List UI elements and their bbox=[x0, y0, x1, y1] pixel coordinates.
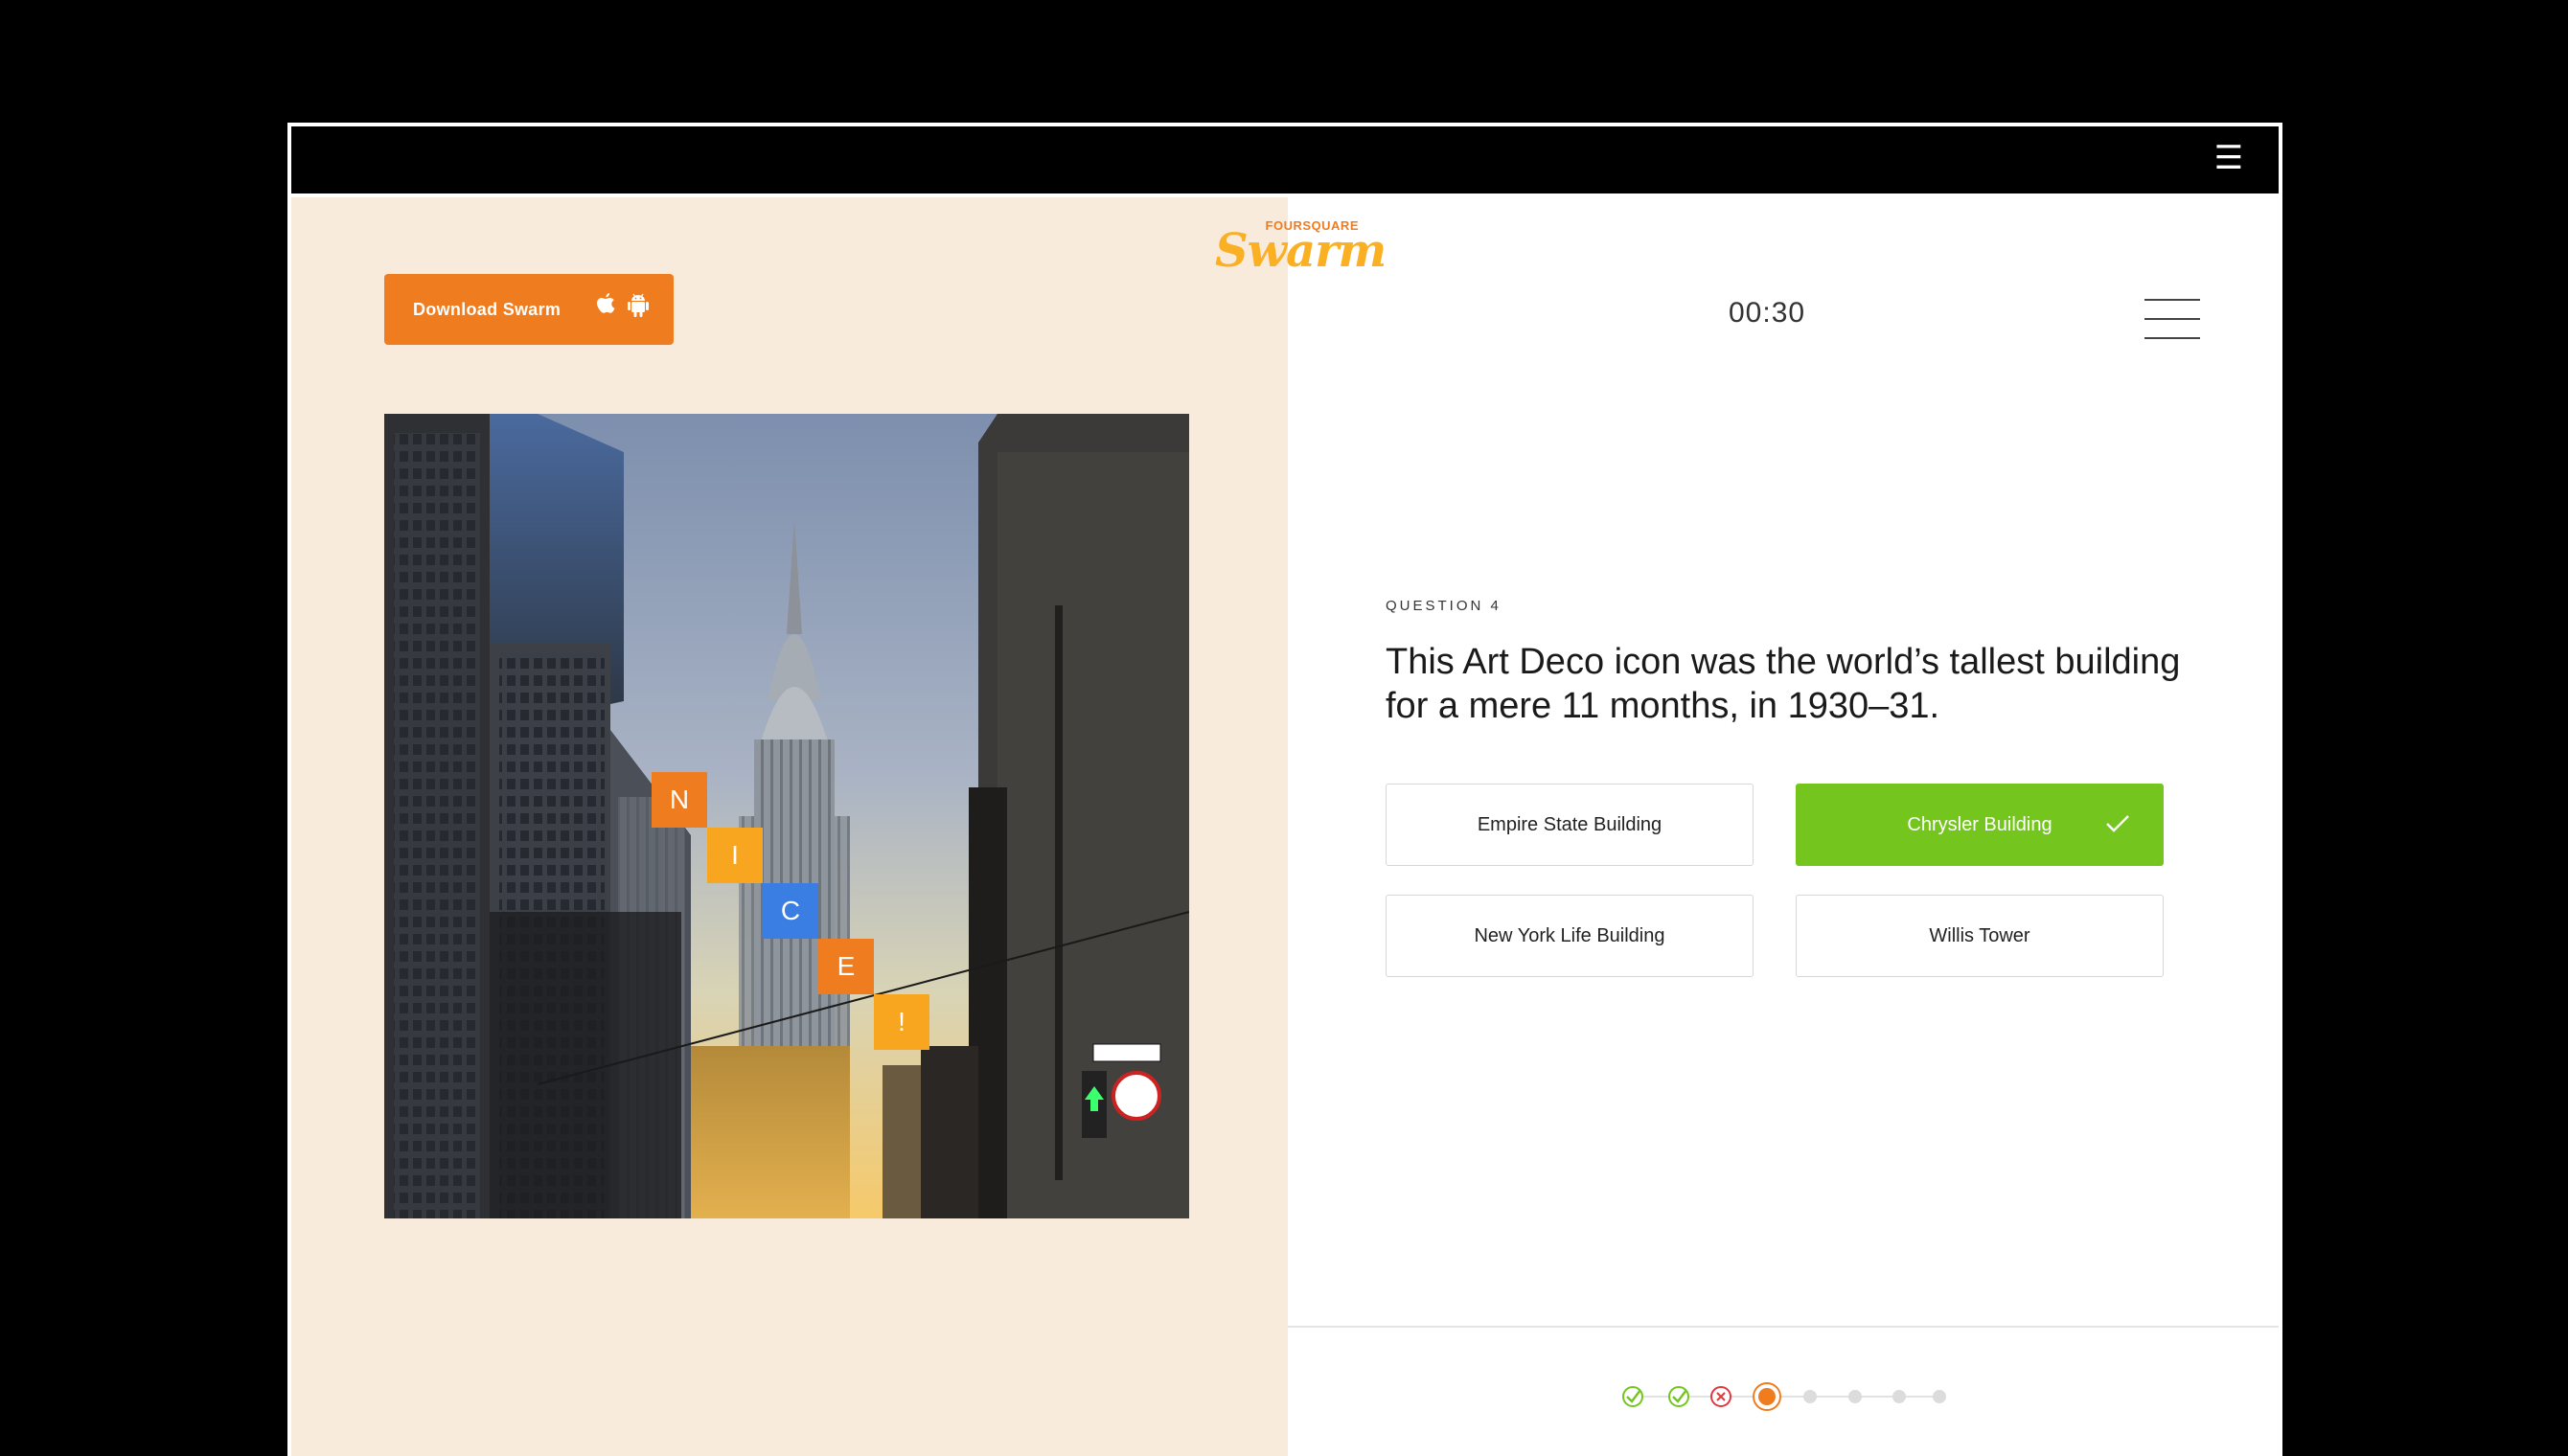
answer-label: Willis Tower bbox=[1929, 924, 2030, 946]
question-progress bbox=[1622, 1382, 1946, 1411]
footer-divider bbox=[1288, 1326, 2279, 1328]
answer-label: New York Life Building bbox=[1474, 924, 1665, 946]
progress-step-pending bbox=[1892, 1390, 1906, 1403]
left-panel: Download Swarm N I C E ! bbox=[291, 197, 1288, 1456]
progress-step-current bbox=[1753, 1382, 1781, 1411]
tile-letter: I bbox=[707, 828, 763, 883]
menu-icon[interactable] bbox=[2144, 299, 2200, 339]
android-icon bbox=[628, 293, 649, 317]
logo-swarm-text: Swarm bbox=[1215, 224, 1387, 278]
answer-label: Chrysler Building bbox=[1907, 813, 2052, 835]
answer-option[interactable]: Empire State Building bbox=[1386, 784, 1754, 866]
download-label: Download Swarm bbox=[413, 299, 562, 319]
answer-label: Empire State Building bbox=[1477, 813, 1662, 835]
top-bar: ☰ bbox=[291, 126, 2279, 193]
question-text: This Art Deco icon was the world’s talle… bbox=[1386, 642, 2181, 726]
progress-step-pending bbox=[1803, 1390, 1817, 1403]
question-photo bbox=[384, 414, 1189, 1218]
progress-step-wrong bbox=[1710, 1386, 1731, 1407]
tile-letter: C bbox=[763, 883, 818, 939]
download-swarm-button[interactable]: Download Swarm bbox=[384, 274, 674, 345]
answer-option-correct[interactable]: Chrysler Building bbox=[1796, 784, 2164, 866]
right-panel: 00:30 QUESTION 4 This Art Deco icon was … bbox=[1288, 197, 2279, 1456]
tile-letter: ! bbox=[874, 994, 929, 1050]
progress-step-pending bbox=[1933, 1390, 1946, 1403]
swarm-logo: FOURSQUARE Swarm bbox=[1215, 218, 1387, 280]
os-icons bbox=[595, 293, 649, 318]
progress-step-correct bbox=[1622, 1386, 1643, 1407]
checkmark-icon bbox=[2106, 815, 2129, 832]
tile-letter: N bbox=[652, 772, 707, 828]
progress-step-correct bbox=[1668, 1386, 1689, 1407]
app-frame: ☰ Download Swarm N I C E ! 00:30 QUESTIO… bbox=[287, 123, 2282, 1456]
apple-icon bbox=[597, 293, 615, 313]
question-number: QUESTION 4 bbox=[1386, 598, 1502, 614]
countdown-timer: 00:30 bbox=[1729, 297, 1806, 329]
progress-step-pending bbox=[1848, 1390, 1862, 1403]
tile-letter: E bbox=[818, 939, 874, 994]
answer-option[interactable]: New York Life Building bbox=[1386, 895, 1754, 977]
hamburger-menu-icon[interactable]: ☰ bbox=[2213, 142, 2244, 174]
answer-option[interactable]: Willis Tower bbox=[1796, 895, 2164, 977]
